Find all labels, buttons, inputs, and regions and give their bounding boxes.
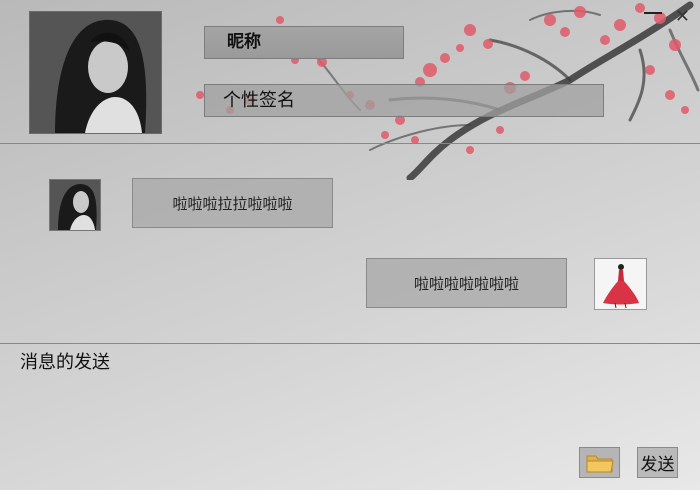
message-bubble-outgoing: 啦啦啦啦啦啦啦 [366, 258, 567, 308]
portrait-image [30, 12, 161, 133]
nickname-field[interactable]: 昵称 [204, 26, 404, 59]
contact-portrait-image [50, 180, 100, 230]
minimize-icon[interactable] [644, 12, 662, 14]
self-avatar[interactable] [594, 258, 647, 310]
compose-label: 消息的发送 [20, 352, 110, 373]
compose-divider [0, 343, 700, 344]
folder-icon [586, 455, 614, 472]
contact-avatar[interactable] [49, 179, 101, 231]
header-divider [0, 143, 700, 144]
message-bubble-incoming: 啦啦啦拉拉啦啦啦 [132, 178, 333, 228]
attach-file-button[interactable] [579, 447, 620, 478]
send-button[interactable]: 发送 [637, 447, 678, 478]
close-icon[interactable]: ✕ [675, 8, 690, 26]
profile-avatar[interactable] [29, 11, 162, 134]
signature-field[interactable]: 个性签名 [204, 84, 604, 117]
red-dress-figure-image [595, 259, 646, 309]
